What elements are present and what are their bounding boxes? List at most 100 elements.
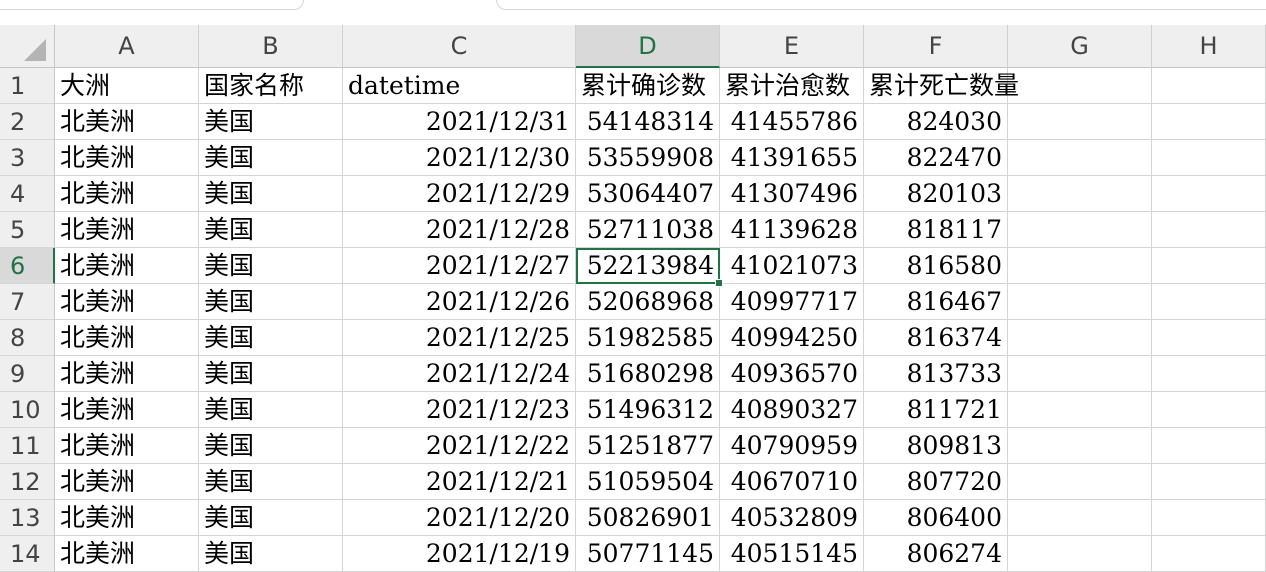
cell-f[interactable]: 820103 (864, 176, 1008, 212)
cell-d[interactable]: 52068968 (576, 284, 720, 320)
column-header-d[interactable]: D (576, 25, 720, 68)
cell-e[interactable]: 40515145 (720, 536, 864, 572)
column-header-e[interactable]: E (720, 25, 864, 68)
cell-b[interactable]: 美国 (199, 104, 343, 140)
cell-b[interactable]: 美国 (199, 356, 343, 392)
column-header-f[interactable]: F (864, 25, 1008, 68)
cell-f[interactable]: 816374 (864, 320, 1008, 356)
cell-d[interactable]: 累计确诊数 (576, 68, 720, 104)
cell-h[interactable] (1152, 212, 1266, 248)
cell-h[interactable] (1152, 320, 1266, 356)
cell-a[interactable]: 北美洲 (55, 464, 199, 500)
cell-g[interactable] (1008, 428, 1152, 464)
cell-d[interactable]: 51680298 (576, 356, 720, 392)
cell-f[interactable]: 816580 (864, 248, 1008, 284)
cell-b[interactable]: 美国 (199, 392, 343, 428)
cell-c[interactable]: 2021/12/28 (343, 212, 576, 248)
cell-e[interactable]: 41307496 (720, 176, 864, 212)
select-all-corner[interactable] (0, 25, 55, 68)
column-header-b[interactable]: B (199, 25, 343, 68)
cell-f[interactable]: 824030 (864, 104, 1008, 140)
cell-f[interactable]: 809813 (864, 428, 1008, 464)
cell-a[interactable]: 北美洲 (55, 176, 199, 212)
active-cell[interactable]: 52213984 (576, 248, 723, 287)
cell-g[interactable] (1008, 392, 1152, 428)
cell-g[interactable] (1008, 356, 1152, 392)
cell-g[interactable] (1008, 68, 1152, 104)
cell-e[interactable]: 40790959 (720, 428, 864, 464)
cell-h[interactable] (1152, 392, 1266, 428)
fill-handle[interactable] (715, 279, 723, 287)
cell-c[interactable]: 2021/12/29 (343, 176, 576, 212)
workbook-tab[interactable] (0, 0, 304, 10)
cell-g[interactable] (1008, 248, 1152, 284)
cell-f[interactable]: 807720 (864, 464, 1008, 500)
cell-b[interactable]: 美国 (199, 140, 343, 176)
cell-d[interactable]: 51496312 (576, 392, 720, 428)
cell-g[interactable] (1008, 104, 1152, 140)
cell-c[interactable]: 2021/12/25 (343, 320, 576, 356)
cell-a[interactable]: 北美洲 (55, 356, 199, 392)
cell-h[interactable] (1152, 356, 1266, 392)
cell-d[interactable]: 51251877 (576, 428, 720, 464)
row-header[interactable]: 8 (0, 320, 55, 356)
cell-e[interactable]: 40532809 (720, 500, 864, 536)
column-header-a[interactable]: A (55, 25, 199, 68)
cell-a[interactable]: 北美洲 (55, 392, 199, 428)
cell-b[interactable]: 美国 (199, 464, 343, 500)
cell-e[interactable]: 40994250 (720, 320, 864, 356)
row-header[interactable]: 9 (0, 356, 55, 392)
cell-g[interactable] (1008, 284, 1152, 320)
cell-b[interactable]: 美国 (199, 176, 343, 212)
cell-e[interactable]: 41391655 (720, 140, 864, 176)
cell-c[interactable]: 2021/12/20 (343, 500, 576, 536)
cell-b[interactable]: 美国 (199, 536, 343, 572)
cell-e[interactable]: 40670710 (720, 464, 864, 500)
cell-h[interactable] (1152, 284, 1266, 320)
cell-c[interactable]: 2021/12/22 (343, 428, 576, 464)
cell-f[interactable]: 811721 (864, 392, 1008, 428)
cell-d[interactable]: 51059504 (576, 464, 720, 500)
cell-f[interactable]: 806400 (864, 500, 1008, 536)
cell-d[interactable]: 50771145 (576, 536, 720, 572)
row-header[interactable]: 6 (0, 248, 55, 284)
row-header[interactable]: 5 (0, 212, 55, 248)
cell-e[interactable]: 40936570 (720, 356, 864, 392)
cell-h[interactable] (1152, 176, 1266, 212)
row-header[interactable]: 11 (0, 428, 55, 464)
cell-h[interactable] (1152, 140, 1266, 176)
cell-f[interactable]: 806274 (864, 536, 1008, 572)
row-header[interactable]: 7 (0, 284, 55, 320)
cell-e[interactable]: 40997717 (720, 284, 864, 320)
row-header[interactable]: 13 (0, 500, 55, 536)
cell-d[interactable]: 52711038 (576, 212, 720, 248)
row-header[interactable]: 1 (0, 68, 55, 104)
row-header[interactable]: 2 (0, 104, 55, 140)
cell-b[interactable]: 美国 (199, 428, 343, 464)
cell-g[interactable] (1008, 500, 1152, 536)
cell-d[interactable]: 54148314 (576, 104, 720, 140)
cell-c[interactable]: 2021/12/26 (343, 284, 576, 320)
cell-f[interactable]: 累计死亡数量 (864, 68, 1019, 104)
cell-g[interactable] (1008, 464, 1152, 500)
cell-h[interactable] (1152, 464, 1266, 500)
cell-c[interactable]: 2021/12/24 (343, 356, 576, 392)
cell-a[interactable]: 北美洲 (55, 140, 199, 176)
cell-h[interactable] (1152, 428, 1266, 464)
cell-h[interactable] (1152, 248, 1266, 284)
cell-e[interactable]: 41455786 (720, 104, 864, 140)
cell-b[interactable]: 美国 (199, 248, 343, 284)
cell-f[interactable]: 813733 (864, 356, 1008, 392)
cell-d[interactable]: 53559908 (576, 140, 720, 176)
cell-b[interactable]: 国家名称 (199, 68, 343, 104)
column-header-h[interactable]: H (1152, 25, 1266, 68)
cell-h[interactable] (1152, 536, 1266, 572)
cell-a[interactable]: 北美洲 (55, 104, 199, 140)
cell-a[interactable]: 北美洲 (55, 500, 199, 536)
cell-e[interactable]: 41139628 (720, 212, 864, 248)
cell-e[interactable]: 40890327 (720, 392, 864, 428)
row-header[interactable]: 4 (0, 176, 55, 212)
row-header[interactable]: 12 (0, 464, 55, 500)
cell-c[interactable]: 2021/12/27 (343, 248, 576, 284)
cell-b[interactable]: 美国 (199, 320, 343, 356)
